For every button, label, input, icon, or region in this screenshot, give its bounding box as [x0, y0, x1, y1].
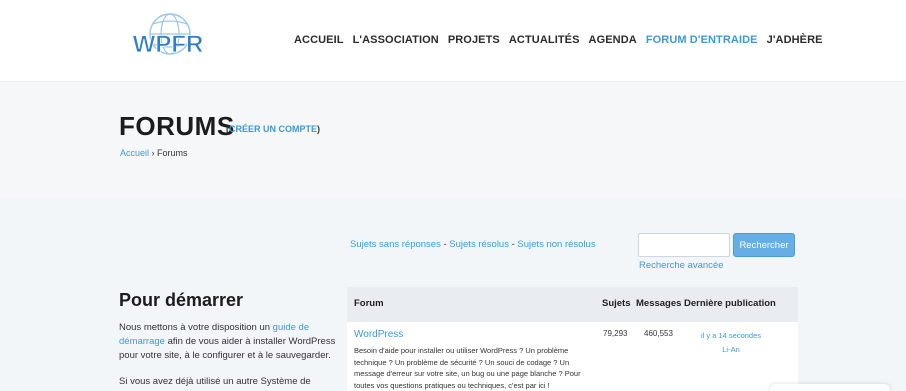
sidebar-title: Pour démarrer: [119, 290, 244, 310]
sidebar-intro-text: Nous mettons à votre disposition un: [119, 322, 273, 333]
last-post: il y a 14 secondes Li-An: [685, 329, 777, 357]
site-header: WPFR ACCUEIL L'ASSOCIATION PROJETS ACTUA…: [0, 0, 906, 82]
breadcrumb: Accueil › Forums: [120, 148, 188, 158]
create-account: (CRÉER UN COMPTE): [226, 124, 320, 134]
main-nav: ACCUEIL L'ASSOCIATION PROJETS ACTUALITÉS…: [294, 34, 832, 46]
forum-description: Besoin d'aide pour installer ou utiliser…: [354, 346, 581, 390]
sidebar-intro: Nous mettons à votre disposition un guid…: [119, 321, 337, 363]
forum-messages-count: 460,553: [644, 329, 673, 338]
search-button[interactable]: Rechercher: [733, 233, 795, 257]
unresolved-topics-link[interactable]: Sujets non résolus: [517, 239, 595, 250]
forum-topics-count: 79,293: [603, 329, 628, 338]
col-forum: Forum: [354, 298, 384, 309]
advanced-search-link[interactable]: Recherche avancée: [639, 260, 724, 271]
nav-association[interactable]: L'ASSOCIATION: [353, 34, 439, 46]
search-input[interactable]: [638, 233, 730, 257]
topic-filter-links: Sujets sans réponses - Sujets résolus - …: [350, 239, 596, 250]
nav-accueil[interactable]: ACCUEIL: [294, 34, 344, 46]
page-title: FORUMS: [119, 111, 235, 141]
wpfr-logo[interactable]: WPFR: [128, 10, 208, 68]
forum-table: Forum Sujets Messages Dernière publicati…: [347, 287, 798, 391]
nav-projets[interactable]: PROJETS: [448, 34, 500, 46]
last-post-author-link[interactable]: Li-An: [722, 345, 740, 354]
nav-forum-entraide[interactable]: FORUM D'ENTRAIDE: [646, 34, 758, 46]
breadcrumb-current: Forums: [157, 148, 188, 158]
logo-text: WPFR: [133, 31, 204, 58]
forum-table-header: Forum Sujets Messages Dernière publicati…: [347, 287, 798, 322]
create-account-link[interactable]: CRÉER UN COMPTE: [229, 124, 317, 134]
col-topics: Sujets: [602, 298, 631, 309]
col-messages: Messages: [636, 298, 682, 309]
floating-widget[interactable]: [770, 384, 890, 391]
table-row: WordPress Besoin d'aide pour installer o…: [347, 322, 798, 391]
breadcrumb-separator: ›: [149, 148, 158, 158]
nav-agenda[interactable]: AGENDA: [589, 34, 637, 46]
last-post-time-link[interactable]: il y a 14 secondes: [701, 331, 761, 340]
col-last-post: Dernière publication: [684, 298, 776, 309]
forum-link-wordpress[interactable]: WordPress: [354, 329, 403, 340]
breadcrumb-home[interactable]: Accueil: [120, 148, 149, 158]
resolved-topics-link[interactable]: Sujets résolus: [449, 239, 509, 250]
create-account-close: ): [317, 124, 321, 134]
unanswered-topics-link[interactable]: Sujets sans réponses: [350, 239, 441, 250]
nav-actualites[interactable]: ACTUALITÉS: [509, 34, 580, 46]
sidebar-text: Si vous avez déjà utilisé un autre Systè…: [119, 376, 311, 387]
nav-adhere[interactable]: J'ADHÈRE: [767, 34, 823, 46]
